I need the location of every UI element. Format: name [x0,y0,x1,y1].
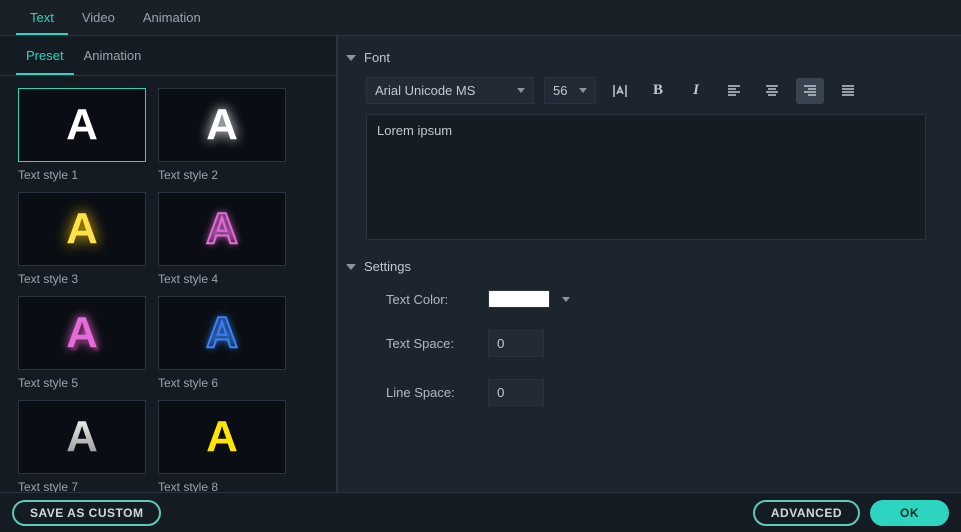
disclosure-triangle-icon [346,55,356,61]
character-spacing-button[interactable] [606,78,634,104]
settings-section-title: Settings [364,259,411,274]
text-content-input[interactable] [366,114,926,240]
preset-text-style-3[interactable]: A Text style 3 [18,192,146,286]
preset-glyph: A [206,100,238,150]
align-justify-icon [840,83,856,99]
font-size-value: 56 [553,83,567,98]
line-space-label: Line Space: [386,385,466,400]
text-color-swatch[interactable] [488,290,550,308]
left-panel: Preset Animation A Text style 1 A Text s… [0,36,338,492]
settings-section-header[interactable]: Settings [346,253,947,280]
chevron-down-icon [517,88,525,93]
bold-icon: B [653,82,663,99]
align-left-icon [726,83,742,99]
font-section-header[interactable]: Font [346,44,947,71]
preset-label: Text style 8 [158,480,286,492]
line-space-input[interactable] [488,379,544,406]
italic-icon: I [693,82,699,99]
preset-glyph: A [206,412,238,462]
preset-label: Text style 1 [18,168,146,182]
advanced-button[interactable]: ADVANCED [753,500,860,526]
font-size-select[interactable]: 56 [544,77,596,104]
tab-text[interactable]: Text [16,0,68,35]
ok-button[interactable]: OK [870,500,949,526]
preset-glyph: A [66,204,98,254]
footer-bar: SAVE AS CUSTOM ADVANCED OK [0,492,961,532]
italic-button[interactable]: I [682,78,710,104]
font-section-title: Font [364,50,390,65]
align-right-icon [802,83,818,99]
preset-glyph: A [66,100,98,150]
chevron-down-icon[interactable] [562,297,570,302]
preset-label: Text style 6 [158,376,286,390]
tab-animation[interactable]: Animation [129,0,215,35]
bold-button[interactable]: B [644,78,672,104]
align-justify-button[interactable] [834,78,862,104]
align-center-icon [764,83,780,99]
preset-grid[interactable]: A Text style 1 A Text style 2 A Text sty… [0,76,336,492]
font-family-value: Arial Unicode MS [375,83,475,98]
subtab-preset[interactable]: Preset [16,36,74,75]
align-left-button[interactable] [720,78,748,104]
align-center-button[interactable] [758,78,786,104]
save-as-custom-button[interactable]: SAVE AS CUSTOM [12,500,161,526]
preset-glyph: A [206,308,238,358]
right-panel: Font Arial Unicode MS 56 B I [338,36,961,492]
text-space-label: Text Space: [386,336,466,351]
sub-tabs: Preset Animation [0,36,336,76]
preset-label: Text style 4 [158,272,286,286]
subtab-animation[interactable]: Animation [74,36,152,75]
top-tabs: Text Video Animation [0,0,961,36]
chevron-down-icon [579,88,587,93]
preset-text-style-1[interactable]: A Text style 1 [18,88,146,182]
align-right-button[interactable] [796,78,824,104]
text-color-label: Text Color: [386,292,466,307]
preset-text-style-7[interactable]: A Text style 7 [18,400,146,492]
font-family-select[interactable]: Arial Unicode MS [366,77,534,104]
preset-label: Text style 7 [18,480,146,492]
preset-text-style-6[interactable]: A Text style 6 [158,296,286,390]
preset-glyph: A [66,308,98,358]
preset-text-style-2[interactable]: A Text style 2 [158,88,286,182]
preset-label: Text style 3 [18,272,146,286]
preset-text-style-4[interactable]: A Text style 4 [158,192,286,286]
preset-text-style-5[interactable]: A Text style 5 [18,296,146,390]
preset-glyph: A [66,412,98,462]
preset-glyph: A [206,204,238,254]
character-spacing-icon [612,83,628,99]
preset-label: Text style 2 [158,168,286,182]
preset-text-style-8[interactable]: A Text style 8 [158,400,286,492]
preset-label: Text style 5 [18,376,146,390]
tab-video[interactable]: Video [68,0,129,35]
disclosure-triangle-icon [346,264,356,270]
text-space-input[interactable] [488,330,544,357]
